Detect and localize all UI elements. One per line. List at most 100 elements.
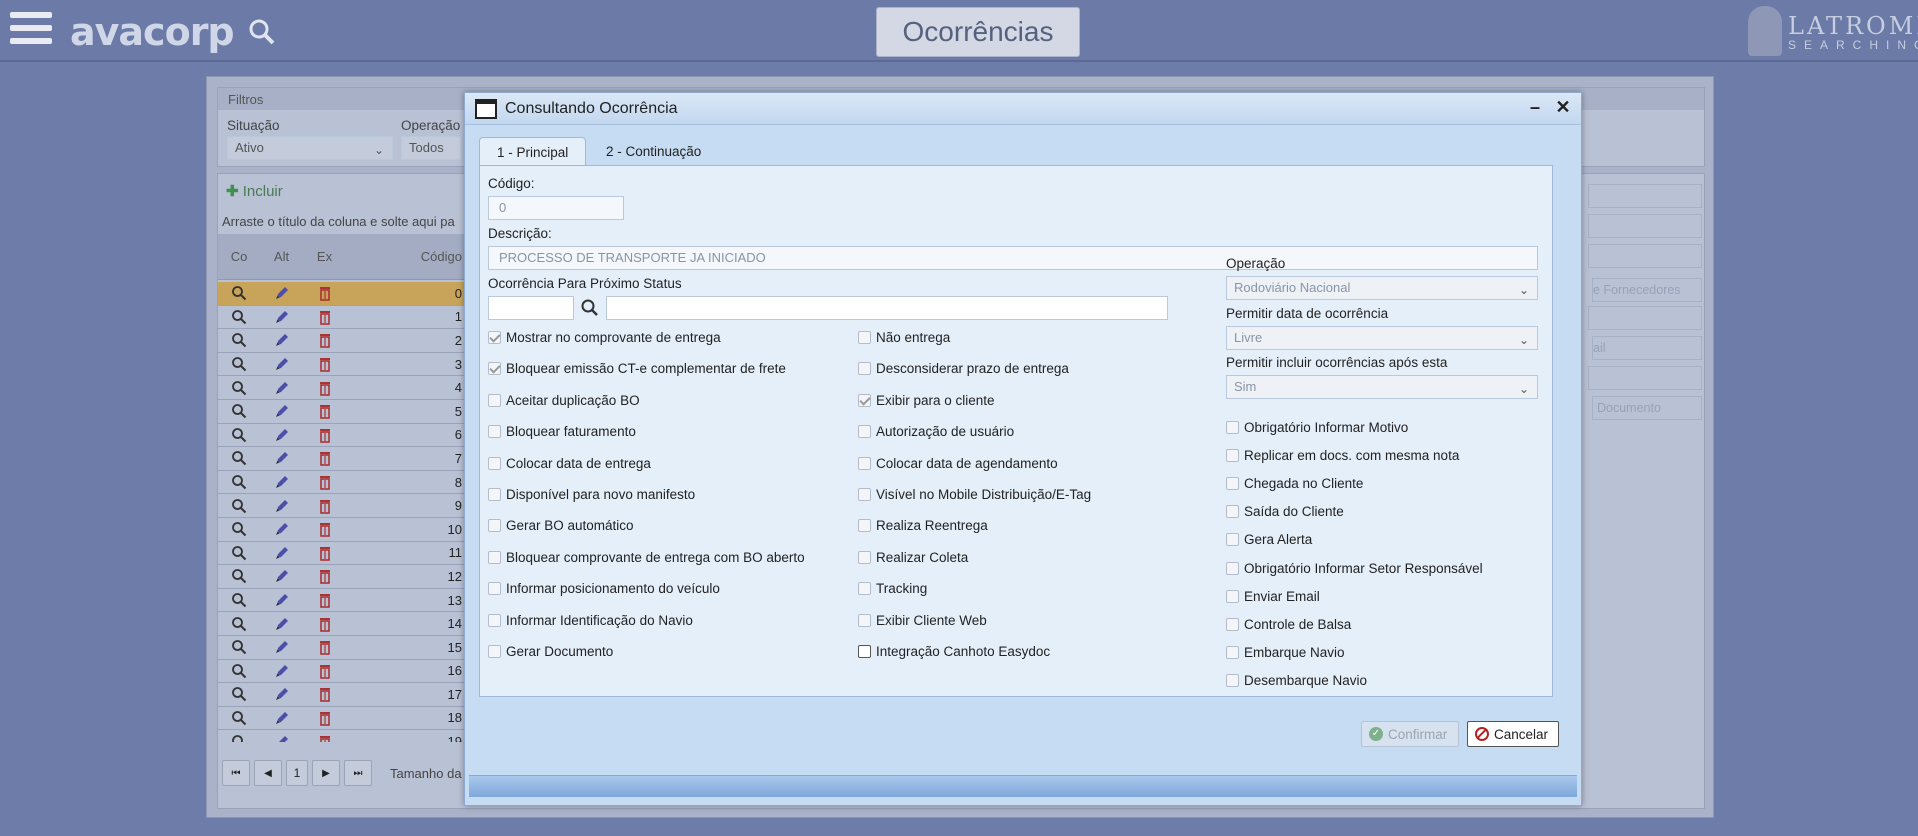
search-icon[interactable] [248,18,276,46]
checkbox-box[interactable] [858,613,871,627]
checkbox-box[interactable] [1226,561,1239,575]
search-icon[interactable] [580,298,600,318]
checkbox-col1-5[interactable]: Disponível para novo manifesto [488,487,695,502]
checkbox-col2-0[interactable]: Não entrega [858,330,950,345]
magnifier-icon[interactable] [218,616,260,632]
checkbox-box[interactable] [1226,645,1239,659]
magnifier-icon[interactable] [218,403,260,419]
checkbox-col2-10[interactable]: Integração Canhoto Easydoc [858,644,1050,659]
checkbox-box[interactable] [488,519,501,533]
table-row[interactable]: 13 [218,589,468,613]
trash-icon[interactable] [303,521,346,538]
checkbox-col2-4[interactable]: Colocar data de agendamento [858,456,1058,471]
magnifier-icon[interactable] [218,474,260,490]
magnifier-icon[interactable] [218,498,260,514]
checkbox-col3-2[interactable]: Chegada no Cliente [1226,476,1363,491]
magnifier-icon[interactable] [218,380,260,396]
magnifier-icon[interactable] [218,710,260,726]
table-row[interactable]: 19 [218,730,468,742]
checkbox-box[interactable] [488,425,501,439]
checkbox-col1-9[interactable]: Informar Identificação do Navio [488,613,693,628]
prox-status-desc-field[interactable] [606,296,1168,320]
checkbox-box[interactable] [1226,477,1239,491]
table-row[interactable]: 3 [218,353,468,377]
checkbox-col2-3[interactable]: Autorização de usuário [858,424,1014,439]
hamburger-menu-icon[interactable] [10,12,52,50]
trash-icon[interactable] [303,285,346,302]
trash-icon[interactable] [303,427,346,443]
checkbox-col1-4[interactable]: Colocar data de entrega [488,456,651,471]
magnifier-icon[interactable] [218,568,260,584]
pencil-icon[interactable] [260,427,303,443]
trash-icon[interactable] [303,309,346,325]
trash-icon[interactable] [303,545,346,561]
checkbox-col2-2[interactable]: Exibir para o cliente [858,393,995,408]
table-row[interactable]: 16 [218,660,468,684]
codigo-field[interactable]: 0 [488,196,624,220]
operacao-select[interactable]: Rodoviário Nacional ⌄ [1226,276,1538,300]
trash-icon[interactable] [303,686,346,703]
magnifier-icon[interactable] [218,332,260,348]
table-row[interactable]: 5 [218,400,468,424]
pencil-icon[interactable] [260,545,303,561]
table-row[interactable]: 10 [218,518,468,542]
checkbox-box[interactable] [1226,505,1239,519]
pencil-icon[interactable] [260,568,303,584]
trash-icon[interactable] [303,403,346,420]
trash-icon[interactable] [303,568,346,585]
checkbox-box[interactable] [488,362,501,376]
pencil-icon[interactable] [260,380,303,396]
table-row[interactable]: 6 [218,424,468,448]
trash-icon[interactable] [303,356,346,372]
col-alterar[interactable]: Alt [260,249,303,264]
checkbox-box[interactable] [858,550,871,564]
pencil-icon[interactable] [260,403,303,419]
checkbox-col1-7[interactable]: Bloquear comprovante de entrega com BO a… [488,550,805,565]
magnifier-icon[interactable] [218,521,260,537]
checkbox-col3-4[interactable]: Gera Alerta [1226,532,1312,547]
table-row[interactable]: 17 [218,683,468,707]
magnifier-icon[interactable] [218,450,260,466]
pencil-icon[interactable] [260,663,303,679]
pencil-icon[interactable] [260,285,303,301]
checkbox-box[interactable] [858,425,871,439]
checkbox-box[interactable] [1226,533,1239,547]
magnifier-icon[interactable] [218,427,260,443]
permitir-data-select[interactable]: Livre ⌄ [1226,326,1538,350]
pencil-icon[interactable] [260,356,303,372]
checkbox-box[interactable] [488,488,501,501]
trash-icon[interactable] [303,710,346,726]
checkbox-box[interactable] [858,582,871,596]
checkbox-box[interactable] [858,362,871,376]
table-row[interactable]: 2 [218,329,468,353]
checkbox-box[interactable] [488,456,501,470]
checkbox-col1-2[interactable]: Aceitar duplicação BO [488,393,640,408]
descricao-field[interactable]: PROCESSO DE TRANSPORTE JA INICIADO [488,246,1538,270]
checkbox-col2-5[interactable]: Visível no Mobile Distribuição/E-Tag [858,487,1091,502]
checkbox-col2-6[interactable]: Realiza Reentrega [858,518,988,533]
pencil-icon[interactable] [260,474,303,490]
table-row[interactable]: 7 [218,447,468,471]
magnifier-icon[interactable] [218,639,260,655]
checkbox-box[interactable] [488,613,501,627]
magnifier-icon[interactable] [218,309,260,325]
checkbox-col3-8[interactable]: Embarque Navio [1226,645,1345,660]
prev-page-button[interactable]: ◀ [254,760,282,786]
table-row[interactable]: 4 [218,376,468,400]
next-page-button[interactable]: ▶ [312,760,340,786]
pencil-icon[interactable] [260,616,303,632]
prox-status-code-field[interactable] [488,296,574,320]
checkbox-col1-10[interactable]: Gerar Documento [488,644,613,659]
checkbox-box[interactable] [488,550,501,564]
cancel-button[interactable]: Cancelar [1467,721,1559,747]
checkbox-box[interactable] [858,519,871,533]
minimize-icon[interactable]: – [1525,97,1545,119]
checkbox-col3-3[interactable]: Saída do Cliente [1226,504,1344,519]
magnifier-icon[interactable] [218,545,260,561]
page-number[interactable]: 1 [286,760,308,786]
checkbox-col1-6[interactable]: Gerar BO automático [488,518,634,533]
magnifier-icon[interactable] [218,592,260,608]
trash-icon[interactable] [303,498,346,514]
checkbox-box[interactable] [1226,673,1239,687]
pencil-icon[interactable] [260,521,303,537]
